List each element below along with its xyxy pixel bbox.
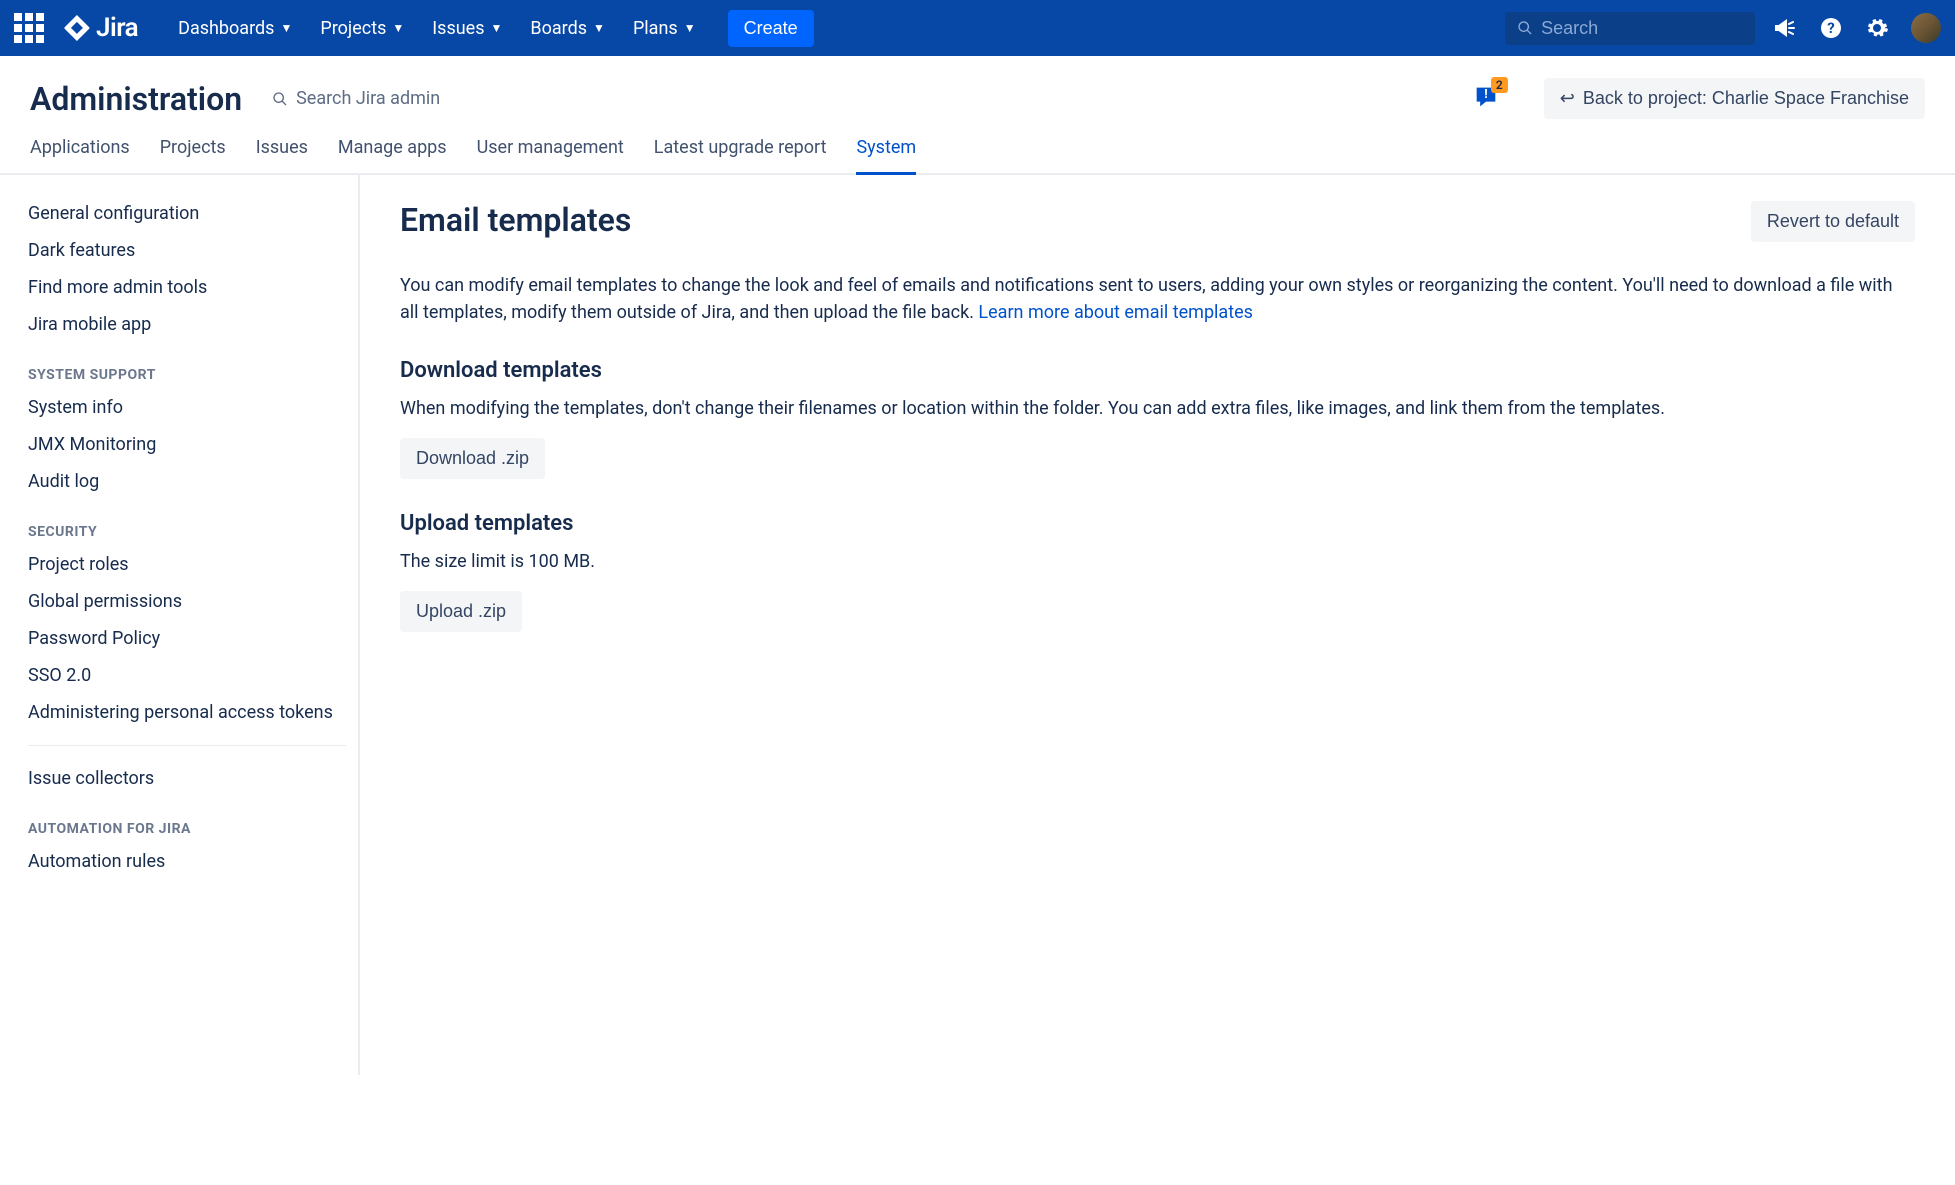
chevron-down-icon: ▼	[593, 21, 605, 35]
main-layout: General configuration Dark features Find…	[0, 175, 1955, 1075]
tab-user-management[interactable]: User management	[477, 137, 624, 175]
top-nav: Jira Dashboards▼ Projects▼ Issues▼ Board…	[0, 0, 1955, 56]
chevron-down-icon: ▼	[392, 21, 404, 35]
top-right-icons: ?	[1773, 13, 1941, 43]
page-title: Email templates	[400, 201, 631, 239]
tab-issues[interactable]: Issues	[256, 137, 308, 175]
learn-more-link[interactable]: Learn more about email templates	[978, 302, 1253, 323]
admin-tabs: Applications Projects Issues Manage apps…	[0, 119, 1955, 175]
sidebar: General configuration Dark features Find…	[0, 175, 360, 1075]
svg-text:!: !	[1484, 87, 1487, 102]
sidebar-item-jira-mobile-app[interactable]: Jira mobile app	[28, 306, 346, 343]
nav-projects[interactable]: Projects▼	[320, 18, 404, 39]
back-label: Back to project: Charlie Space Franchise	[1583, 88, 1909, 109]
global-search-input[interactable]	[1541, 18, 1743, 39]
sidebar-item-automation-rules[interactable]: Automation rules	[28, 843, 346, 880]
return-icon: ↩	[1560, 88, 1575, 109]
download-section-desc: When modifying the templates, don't chan…	[400, 395, 1915, 422]
sidebar-item-audit-log[interactable]: Audit log	[28, 463, 346, 500]
admin-search-text: Search Jira admin	[296, 88, 440, 109]
help-icon[interactable]: ?	[1819, 16, 1843, 40]
download-section-title: Download templates	[400, 358, 1915, 383]
svg-text:?: ?	[1827, 19, 1834, 37]
upload-zip-button[interactable]: Upload .zip	[400, 591, 522, 632]
jira-logo[interactable]: Jira	[64, 13, 138, 43]
back-to-project-button[interactable]: ↩ Back to project: Charlie Space Franchi…	[1544, 78, 1925, 119]
sidebar-heading-security: SECURITY	[28, 524, 346, 540]
jira-logo-text: Jira	[96, 13, 138, 43]
sidebar-item-issue-collectors[interactable]: Issue collectors	[28, 760, 346, 797]
avatar[interactable]	[1911, 13, 1941, 43]
revert-to-default-button[interactable]: Revert to default	[1751, 201, 1915, 242]
feedback-button[interactable]: ! 2	[1472, 83, 1500, 115]
create-button[interactable]: Create	[728, 10, 814, 47]
global-search[interactable]	[1505, 12, 1755, 45]
search-icon	[272, 91, 288, 107]
feedback-badge-count: 2	[1491, 77, 1508, 93]
tab-projects[interactable]: Projects	[160, 137, 226, 175]
admin-search[interactable]: Search Jira admin	[272, 88, 440, 109]
sidebar-item-general-configuration[interactable]: General configuration	[28, 195, 346, 232]
download-zip-button[interactable]: Download .zip	[400, 438, 545, 479]
tab-system[interactable]: System	[856, 137, 916, 175]
sidebar-item-project-roles[interactable]: Project roles	[28, 546, 346, 583]
chevron-down-icon: ▼	[280, 21, 292, 35]
tab-latest-upgrade-report[interactable]: Latest upgrade report	[654, 137, 827, 175]
nav-plans[interactable]: Plans▼	[633, 18, 696, 39]
upload-section-desc: The size limit is 100 MB.	[400, 548, 1915, 575]
search-icon	[1517, 19, 1533, 37]
sidebar-item-find-more-admin-tools[interactable]: Find more admin tools	[28, 269, 346, 306]
chevron-down-icon: ▼	[491, 21, 503, 35]
gear-icon[interactable]	[1865, 16, 1889, 40]
sidebar-heading-system-support: SYSTEM SUPPORT	[28, 367, 346, 383]
sidebar-item-global-permissions[interactable]: Global permissions	[28, 583, 346, 620]
nav-items: Dashboards▼ Projects▼ Issues▼ Boards▼ Pl…	[178, 10, 814, 47]
content-header: Email templates Revert to default	[400, 201, 1915, 242]
admin-header: Administration Search Jira admin ! 2 ↩ B…	[0, 56, 1955, 119]
sidebar-divider	[28, 745, 346, 746]
sidebar-item-password-policy[interactable]: Password Policy	[28, 620, 346, 657]
sidebar-item-personal-access-tokens[interactable]: Administering personal access tokens	[28, 694, 346, 731]
nav-issues[interactable]: Issues▼	[432, 18, 502, 39]
upload-section-title: Upload templates	[400, 511, 1915, 536]
sidebar-item-jmx-monitoring[interactable]: JMX Monitoring	[28, 426, 346, 463]
nav-dashboards[interactable]: Dashboards▼	[178, 18, 292, 39]
chevron-down-icon: ▼	[684, 21, 696, 35]
sidebar-item-sso-2-0[interactable]: SSO 2.0	[28, 657, 346, 694]
nav-boards[interactable]: Boards▼	[530, 18, 605, 39]
tab-manage-apps[interactable]: Manage apps	[338, 137, 447, 175]
sidebar-item-dark-features[interactable]: Dark features	[28, 232, 346, 269]
megaphone-icon[interactable]	[1773, 16, 1797, 40]
jira-logo-icon	[64, 15, 90, 41]
tab-applications[interactable]: Applications	[30, 137, 130, 175]
sidebar-item-system-info[interactable]: System info	[28, 389, 346, 426]
content: Email templates Revert to default You ca…	[360, 175, 1955, 1075]
admin-title: Administration	[30, 80, 242, 118]
page-description: You can modify email templates to change…	[400, 272, 1915, 326]
sidebar-heading-automation-for-jira: AUTOMATION FOR JIRA	[28, 821, 346, 837]
app-switcher-icon[interactable]	[14, 13, 44, 43]
